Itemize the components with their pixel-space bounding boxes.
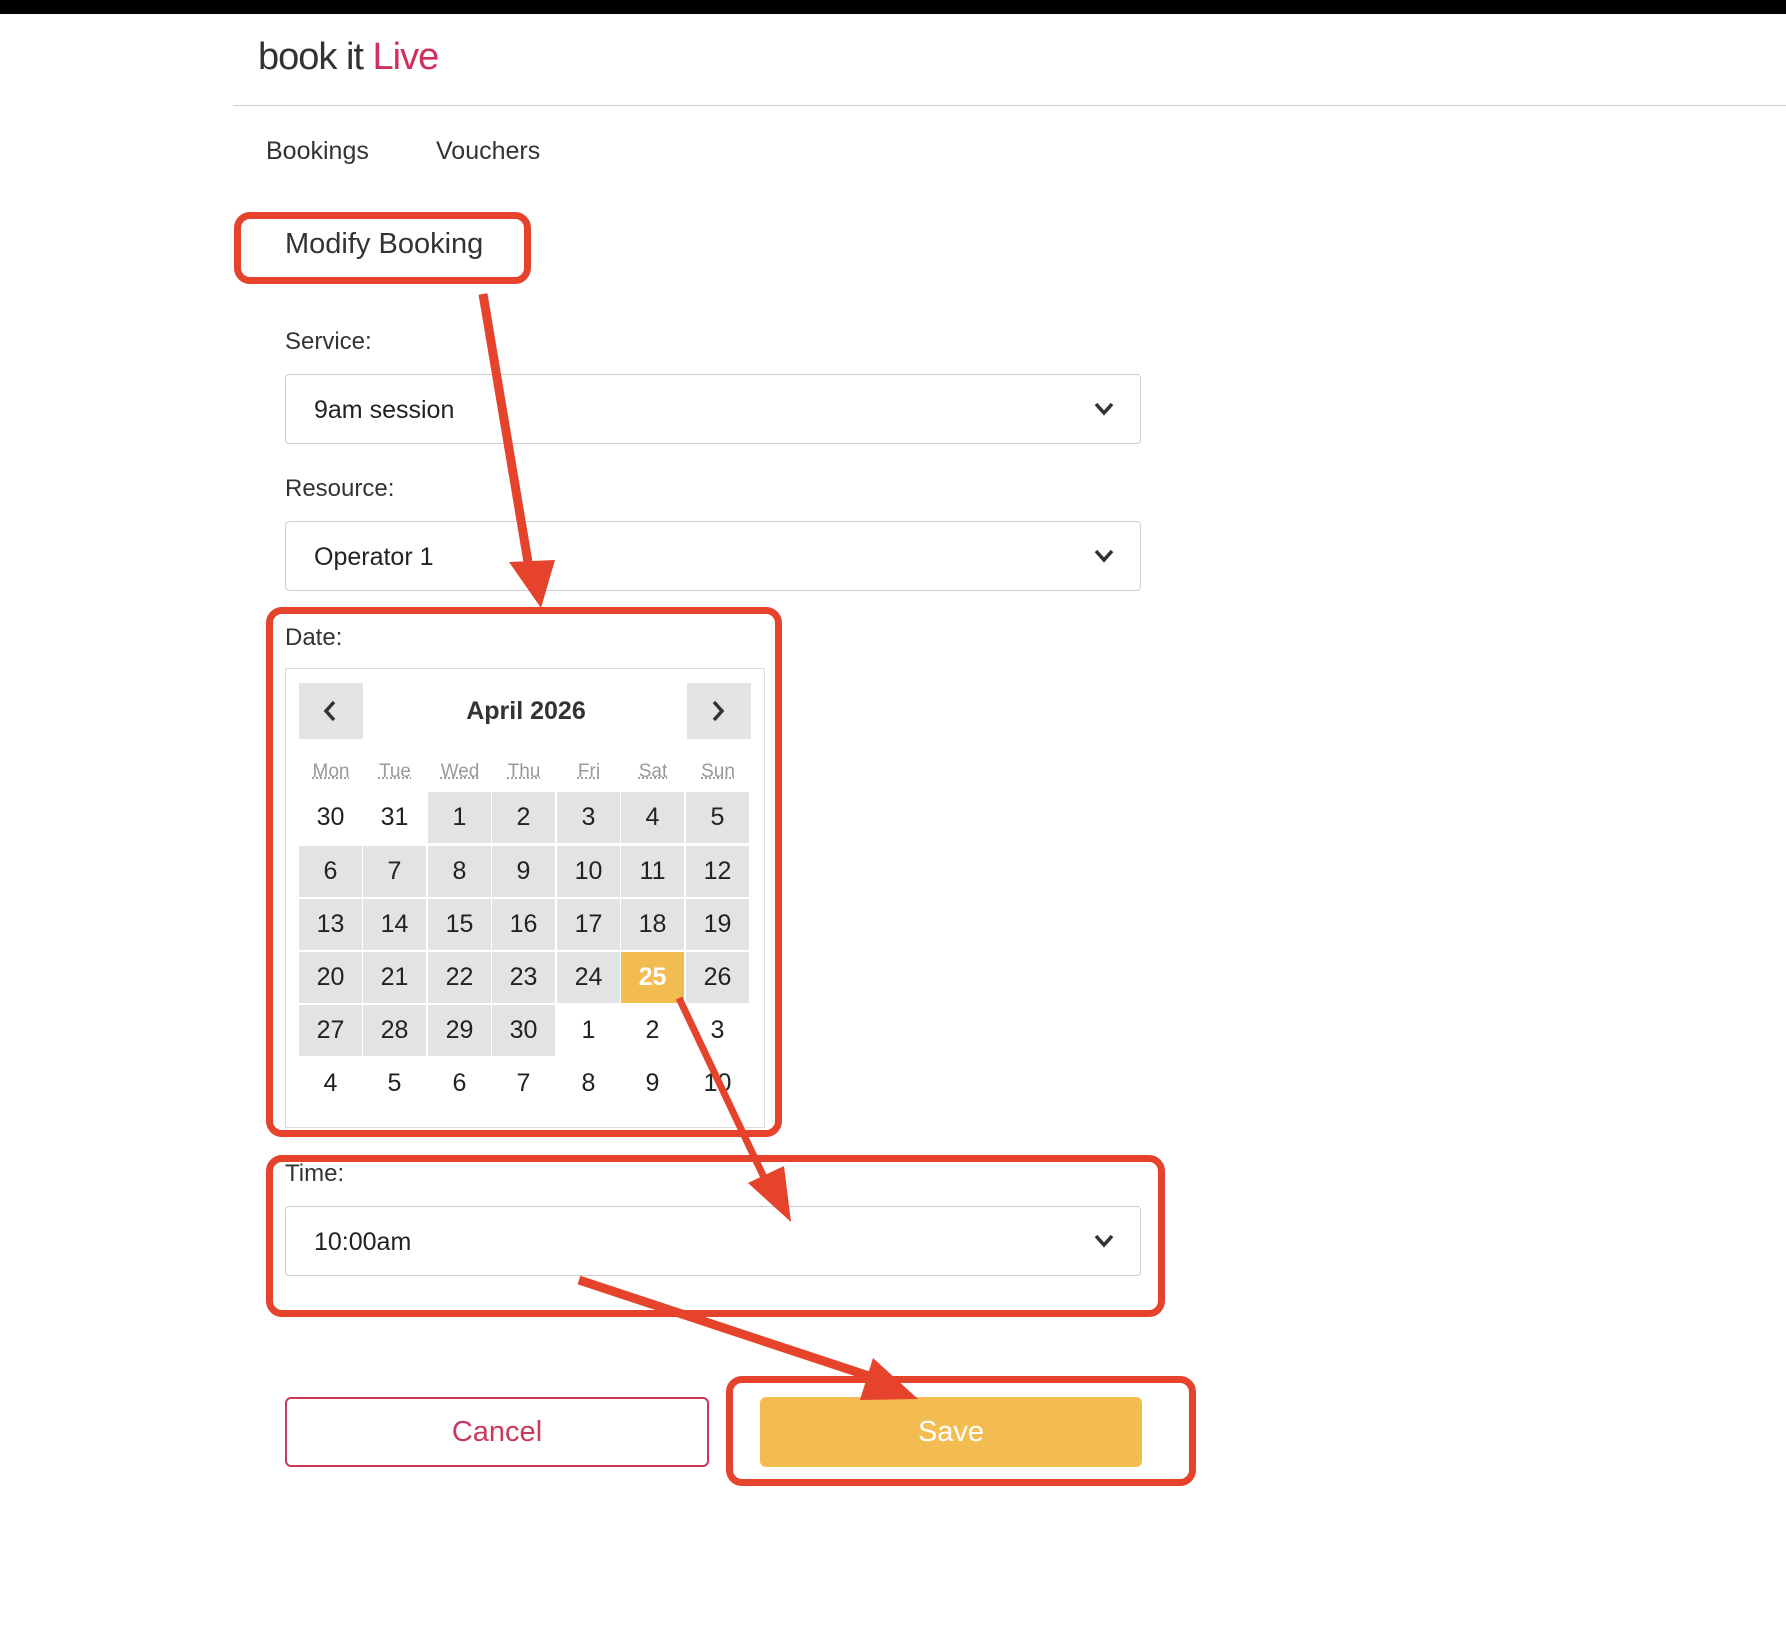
calendar-day[interactable]: 4 bbox=[299, 1058, 362, 1109]
weekday-header: Thu bbox=[507, 761, 541, 782]
arrow-time-to-save bbox=[577, 1275, 892, 1388]
weekday-header: Tue bbox=[378, 761, 412, 782]
weekday-header: Fri bbox=[577, 761, 601, 782]
calendar-day[interactable]: 3 bbox=[686, 1005, 749, 1056]
nav-vouchers[interactable]: Vouchers bbox=[436, 137, 540, 166]
calendar-day[interactable]: 21 bbox=[363, 952, 426, 1003]
nav-bookings[interactable]: Bookings bbox=[266, 137, 369, 166]
calendar-day[interactable]: 10 bbox=[686, 1058, 749, 1109]
next-month-button[interactable] bbox=[687, 683, 751, 739]
service-value: 9am session bbox=[314, 396, 455, 424]
calendar-day[interactable]: 23 bbox=[492, 952, 555, 1003]
prev-month-button[interactable] bbox=[299, 683, 363, 739]
logo-text-accent: Live bbox=[372, 36, 440, 78]
calendar-day[interactable]: 18 bbox=[621, 899, 684, 950]
calendar-day[interactable]: 30 bbox=[492, 1005, 555, 1056]
cancel-button[interactable]: Cancel bbox=[285, 1397, 709, 1467]
calendar-day[interactable]: 24 bbox=[557, 952, 620, 1003]
calendar-day[interactable]: 27 bbox=[299, 1005, 362, 1056]
annotation-arrows bbox=[478, 293, 918, 1400]
calendar-day-selected[interactable]: 25 bbox=[621, 952, 684, 1003]
calendar-day[interactable]: 9 bbox=[492, 846, 555, 897]
calendar-day[interactable]: 30 bbox=[299, 792, 362, 843]
resource-label: Resource: bbox=[285, 475, 395, 502]
resource-value: Operator 1 bbox=[314, 543, 434, 571]
calendar-day[interactable]: 8 bbox=[428, 846, 491, 897]
calendar-day[interactable]: 20 bbox=[299, 952, 362, 1003]
calendar-day[interactable]: 8 bbox=[557, 1058, 620, 1109]
calendar-day[interactable]: 19 bbox=[686, 899, 749, 950]
page-title: Modify Booking bbox=[285, 228, 484, 260]
calendar-day[interactable]: 10 bbox=[557, 846, 620, 897]
calendar-day[interactable]: 3 bbox=[557, 792, 620, 843]
calendar-day[interactable]: 6 bbox=[299, 846, 362, 897]
weekday-header: Sun bbox=[701, 761, 735, 782]
time-value: 10:00am bbox=[314, 1228, 412, 1256]
weekday-header: Mon bbox=[312, 761, 350, 782]
calendar-day[interactable]: 6 bbox=[428, 1058, 491, 1109]
chevron-left-icon bbox=[323, 700, 336, 722]
calendar-day[interactable]: 12 bbox=[686, 846, 749, 897]
calendar-day[interactable]: 5 bbox=[363, 1058, 426, 1109]
logo[interactable]: book it Live bbox=[258, 36, 440, 79]
calendar-day[interactable]: 9 bbox=[621, 1058, 684, 1109]
weekday-header: Wed bbox=[440, 761, 480, 782]
chevron-right-icon bbox=[712, 700, 725, 722]
calendar-day[interactable]: 11 bbox=[621, 846, 684, 897]
calendar-day[interactable]: 13 bbox=[299, 899, 362, 950]
calendar-day[interactable]: 7 bbox=[492, 1058, 555, 1109]
calendar-day[interactable]: 1 bbox=[428, 792, 491, 843]
calendar-day[interactable]: 26 bbox=[686, 952, 749, 1003]
calendar-day[interactable]: 16 bbox=[492, 899, 555, 950]
calendar-day[interactable]: 5 bbox=[686, 792, 749, 843]
chevron-down-icon bbox=[1094, 1234, 1114, 1248]
calendar-day[interactable]: 7 bbox=[363, 846, 426, 897]
calendar-day[interactable]: 2 bbox=[492, 792, 555, 843]
service-label: Service: bbox=[285, 328, 372, 355]
service-select[interactable]: 9am session bbox=[285, 374, 1141, 444]
save-button[interactable]: Save bbox=[760, 1397, 1142, 1467]
calendar-day[interactable]: 4 bbox=[621, 792, 684, 843]
calendar-day[interactable]: 14 bbox=[363, 899, 426, 950]
calendar-day[interactable]: 17 bbox=[557, 899, 620, 950]
resource-select[interactable]: Operator 1 bbox=[285, 521, 1141, 591]
time-label: Time: bbox=[285, 1160, 345, 1187]
calendar-day[interactable]: 31 bbox=[363, 792, 426, 843]
chevron-down-icon bbox=[1094, 402, 1114, 416]
calendar-day[interactable]: 29 bbox=[428, 1005, 491, 1056]
calendar-day[interactable]: 2 bbox=[621, 1005, 684, 1056]
chevron-down-icon bbox=[1094, 549, 1114, 563]
header-divider bbox=[233, 105, 1786, 106]
calendar-day[interactable]: 1 bbox=[557, 1005, 620, 1056]
weekday-header: Sat bbox=[638, 761, 668, 782]
calendar-day[interactable]: 22 bbox=[428, 952, 491, 1003]
calendar-day[interactable]: 15 bbox=[428, 899, 491, 950]
calendar-day[interactable]: 28 bbox=[363, 1005, 426, 1056]
date-calendar: April 2026 Mon Tue Wed Thu Fri Sat Sun 30 31 1 2 3… bbox=[285, 668, 765, 1128]
calendar-month-title: April 2026 bbox=[466, 697, 586, 725]
top-bar bbox=[0, 0, 1786, 14]
date-label: Date: bbox=[285, 624, 343, 651]
logo-text: book it bbox=[258, 36, 373, 78]
arrow-head bbox=[860, 1358, 918, 1400]
time-select[interactable]: 10:00am bbox=[285, 1206, 1141, 1276]
